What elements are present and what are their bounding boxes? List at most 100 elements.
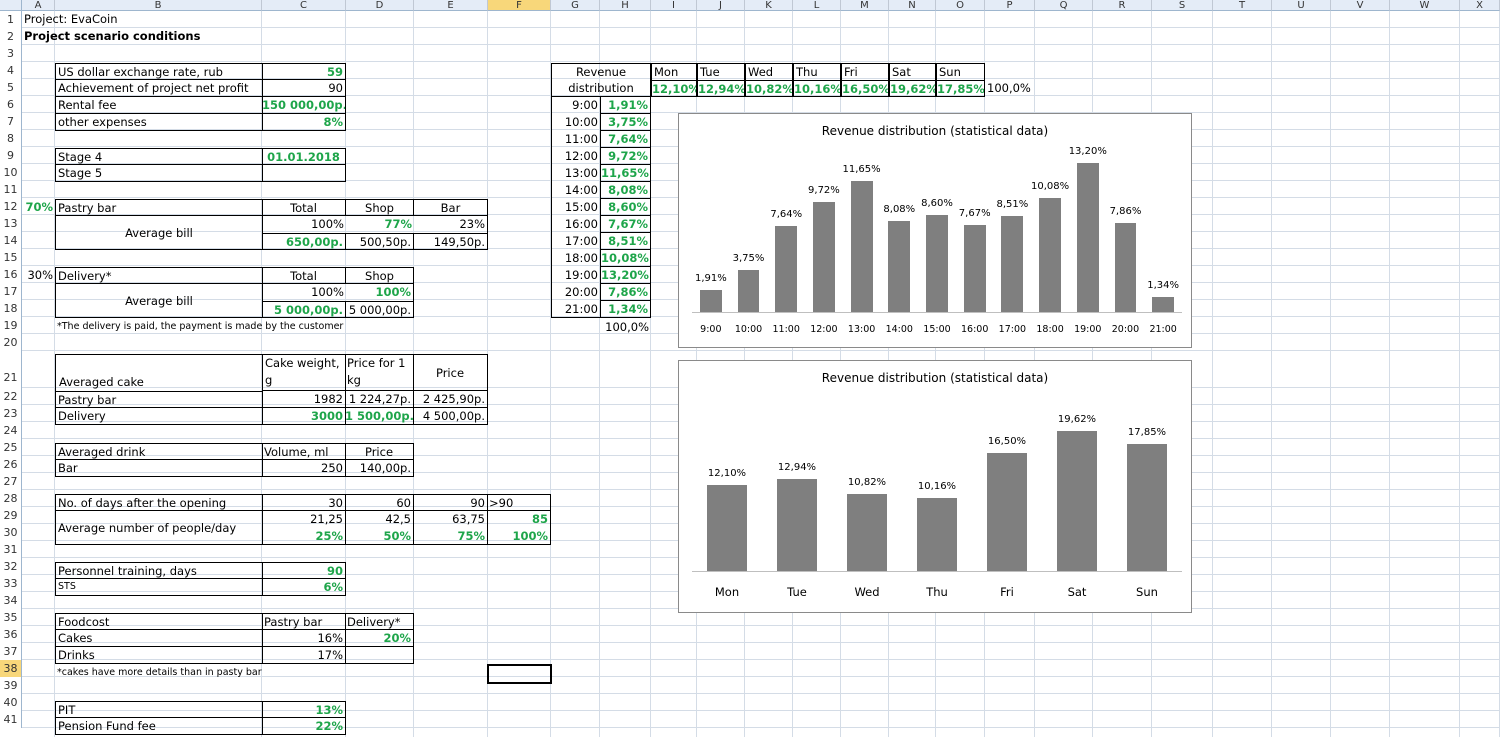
row-header[interactable]: 33 <box>0 575 22 592</box>
day-value[interactable]: 19,62% <box>889 80 936 97</box>
row-header[interactable]: 10 <box>0 164 22 181</box>
day-label[interactable]: Sun <box>936 63 985 80</box>
row-header[interactable]: 2 <box>0 28 22 45</box>
row-header[interactable]: 24 <box>0 422 22 439</box>
chart-bar[interactable] <box>850 180 873 312</box>
cake-delivery-weight[interactable]: 3000 <box>262 408 346 425</box>
cake-delivery-price[interactable]: 4 500,00р. <box>413 408 488 425</box>
active-cell-cursor[interactable] <box>487 664 552 684</box>
row-header[interactable]: 4 <box>0 62 22 79</box>
row-header[interactable]: 27 <box>0 473 22 490</box>
cake-pastry-weight[interactable]: 1982 <box>262 391 346 408</box>
param-label[interactable]: Achievement of project net profit <box>55 80 263 97</box>
stage-label[interactable]: Stage 4 <box>55 148 263 165</box>
cake-delivery-label[interactable]: Delivery <box>55 408 263 425</box>
conditions-title[interactable]: Project scenario conditions <box>22 28 322 45</box>
row-header[interactable]: 28 <box>0 490 22 507</box>
days-90[interactable]: 90 <box>413 494 488 511</box>
column-header[interactable]: G <box>551 0 600 11</box>
revenue-header-2[interactable]: distribution <box>551 80 651 97</box>
hour-value[interactable]: 8,60% <box>600 199 651 216</box>
param-value[interactable]: 150 000,00р. <box>262 97 346 114</box>
pastry-share[interactable]: 70% <box>22 199 55 216</box>
row-header[interactable]: 38 <box>0 660 22 677</box>
row-header[interactable]: 37 <box>0 643 22 660</box>
cake-pastry-price[interactable]: 2 425,90р. <box>413 391 488 408</box>
delivery-shop-val[interactable]: 5 000,00р. <box>346 301 414 318</box>
column-header[interactable]: C <box>262 0 346 11</box>
pastry-shop-hdr[interactable]: Shop <box>346 199 414 216</box>
hour-value[interactable]: 3,75% <box>600 114 651 131</box>
foodcost-cakes-delivery[interactable]: 20% <box>345 630 414 647</box>
column-header[interactable]: O <box>936 0 985 11</box>
chart-bar[interactable] <box>1057 430 1097 571</box>
column-header[interactable]: B <box>55 0 262 11</box>
row-header[interactable]: 13 <box>0 215 22 232</box>
chart-bar[interactable] <box>917 498 957 571</box>
param-label[interactable]: Rental fee <box>55 97 263 114</box>
chart-bar[interactable] <box>1152 296 1175 312</box>
column-header[interactable]: E <box>414 0 488 11</box>
column-header[interactable]: K <box>745 0 793 11</box>
pastry-label[interactable]: Pastry bar <box>55 199 263 216</box>
row-header[interactable]: 35 <box>0 609 22 626</box>
tax-value[interactable]: 22% <box>262 718 346 735</box>
hour-value[interactable]: 1,91% <box>600 97 651 114</box>
days-30[interactable]: 30 <box>262 494 346 511</box>
row-header[interactable]: 1 <box>0 11 22 28</box>
people-60[interactable]: 42,5 <box>345 511 414 528</box>
row-header[interactable]: 20 <box>0 334 22 351</box>
hour-value[interactable]: 11,65% <box>600 165 651 182</box>
hour-value[interactable]: 7,86% <box>600 284 651 301</box>
pastry-bar-pct[interactable]: 23% <box>414 216 488 233</box>
pastry-total-hdr[interactable]: Total <box>262 199 346 216</box>
param-label[interactable]: other expenses <box>55 114 263 131</box>
foodcost-pastry-hdr[interactable]: Pastry bar <box>262 613 346 630</box>
row-header[interactable]: 29 <box>0 507 22 524</box>
chart-bar[interactable] <box>737 269 760 312</box>
people-90[interactable]: 63,75 <box>413 511 488 528</box>
day-value[interactable]: 16,50% <box>841 80 889 97</box>
row-header[interactable]: 7 <box>0 113 22 130</box>
sts-label[interactable]: STS <box>55 579 263 596</box>
drink-bar-label[interactable]: Bar <box>55 460 263 477</box>
column-header[interactable]: S <box>1152 0 1213 11</box>
revenue-total[interactable]: 100,0% <box>600 319 651 336</box>
people-30[interactable]: 21,25 <box>262 511 346 528</box>
column-header[interactable]: N <box>889 0 936 11</box>
pastry-shop-val[interactable]: 500,50р. <box>346 233 414 250</box>
chart-bar[interactable] <box>699 290 722 312</box>
delivery-share[interactable]: 30% <box>22 267 55 284</box>
pct-over-90[interactable]: 100% <box>487 528 551 545</box>
delivery-total-hdr[interactable]: Total <box>262 267 346 284</box>
row-header[interactable]: 17 <box>0 283 22 300</box>
day-value[interactable]: 12,10% <box>651 80 697 97</box>
param-value[interactable]: 59 <box>262 63 346 80</box>
row-header[interactable]: 3 <box>0 45 22 62</box>
chart-bar[interactable] <box>1076 163 1099 312</box>
delivery-total-pct[interactable]: 100% <box>262 284 346 301</box>
drink-bar-price[interactable]: 140,00р. <box>345 460 414 477</box>
chart-bar[interactable] <box>812 202 835 312</box>
project-title[interactable]: Project: EvaCoin <box>22 11 322 28</box>
cake-delivery-pricekg[interactable]: 1 500,00р. <box>345 408 414 425</box>
day-label[interactable]: Fri <box>841 63 889 80</box>
row-header[interactable]: 16 <box>0 266 22 283</box>
foodcost-drinks-label[interactable]: Drinks <box>55 647 263 664</box>
hour-label[interactable]: 17:00 <box>551 233 600 250</box>
foodcost-drinks-delivery[interactable] <box>345 647 414 664</box>
row-header[interactable]: 19 <box>0 317 22 334</box>
hour-value[interactable]: 13,20% <box>600 267 651 284</box>
cake-weight-hdr[interactable]: Cake weight, g <box>262 354 346 391</box>
column-header[interactable]: R <box>1093 0 1152 11</box>
day-value[interactable]: 12,94% <box>697 80 745 97</box>
drink-label[interactable]: Averaged drink <box>55 443 263 460</box>
day-label[interactable]: Mon <box>651 63 697 80</box>
column-header[interactable]: V <box>1331 0 1390 11</box>
foodcost-delivery-hdr[interactable]: Delivery* <box>345 613 414 630</box>
column-header[interactable]: I <box>651 0 697 11</box>
delivery-total-val[interactable]: 5 000,00р. <box>262 301 346 318</box>
row-header[interactable]: 5 <box>0 79 22 96</box>
chart-bar[interactable] <box>888 220 911 312</box>
chart-bar[interactable] <box>1001 215 1024 312</box>
